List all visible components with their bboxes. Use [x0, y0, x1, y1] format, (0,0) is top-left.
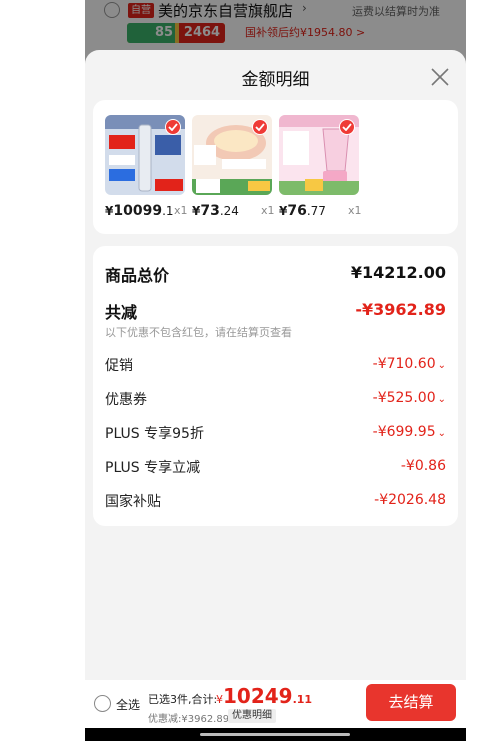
chevron-down-icon: ⌄ — [437, 360, 446, 371]
promo-label: 促销 — [105, 358, 133, 374]
close-icon[interactable] — [429, 66, 451, 88]
select-all-label[interactable]: 全选 — [116, 696, 140, 713]
checkout-bar: 全选 已选3件,合计: ¥10249.11 优惠减:¥3962.89 优惠明细 … — [85, 680, 466, 728]
chevron-down-icon: ⌄ — [437, 428, 446, 439]
select-all-radio[interactable] — [94, 695, 111, 712]
selected-check-icon — [165, 119, 181, 135]
product-qty: x1 — [174, 204, 188, 217]
discount-summary: 优惠减:¥3962.89 — [148, 714, 230, 725]
plus-95-row[interactable]: -¥699.95 ⌄ — [373, 424, 446, 440]
total-label: 商品总价 — [105, 266, 170, 285]
sheet-title: 金额明细 — [241, 70, 310, 90]
selected-check-icon — [339, 119, 355, 135]
product-image-cooker[interactable] — [192, 115, 272, 195]
promo-row[interactable]: -¥710.60 ⌄ — [373, 356, 446, 372]
product-image-air-conditioner[interactable] — [105, 115, 185, 195]
product-price: ¥10099.1 — [105, 203, 174, 219]
product-image-blender[interactable] — [279, 115, 359, 195]
product-price: ¥76.77 — [279, 203, 326, 219]
discount-note: 以下优惠不包含红包，请在结算页查看 — [105, 326, 292, 339]
amount-detail-sheet: 金额明细 ¥10099.1 x1 ¥73.24 x1 ¥76.77 x1 商品总… — [85, 50, 466, 680]
discount-detail-button[interactable]: 优惠明细 — [228, 709, 276, 723]
plus-discount-label: PLUS 专享立减 — [105, 460, 201, 476]
products-card: ¥10099.1 x1 ¥73.24 x1 ¥76.77 x1 — [93, 100, 458, 234]
chevron-down-icon: ⌄ — [437, 394, 446, 405]
product-qty: x1 — [261, 204, 275, 217]
total-value: ¥14212.00 — [350, 263, 446, 282]
product-qty: x1 — [348, 204, 362, 217]
product-price: ¥73.24 — [192, 203, 239, 219]
plus-95-label: PLUS 专享95折 — [105, 426, 204, 442]
coupon-row[interactable]: -¥525.00 ⌄ — [373, 390, 446, 406]
national-subsidy-value: -¥2026.48 — [374, 492, 446, 508]
selected-count-text: 已选3件,合计: — [148, 693, 218, 706]
checkout-button[interactable]: 去结算 — [366, 684, 456, 721]
discount-value: -¥3962.89 — [355, 300, 446, 319]
discount-label: 共减 — [105, 303, 138, 322]
phone-screen: 自营 美的京东自营旗舰店 › 运费以结算时为准 85 2464 国补领后约¥19… — [85, 0, 466, 741]
selected-check-icon — [252, 119, 268, 135]
price-summary-card: 商品总价 ¥14212.00 共减 -¥3962.89 以下优惠不包含红包，请在… — [93, 246, 458, 526]
national-subsidy-label: 国家补贴 — [105, 494, 161, 510]
coupon-label: 优惠券 — [105, 392, 147, 408]
plus-discount-value: -¥0.86 — [400, 458, 446, 474]
home-indicator[interactable] — [200, 733, 350, 736]
total-amount: ¥10249.11 — [216, 684, 313, 708]
